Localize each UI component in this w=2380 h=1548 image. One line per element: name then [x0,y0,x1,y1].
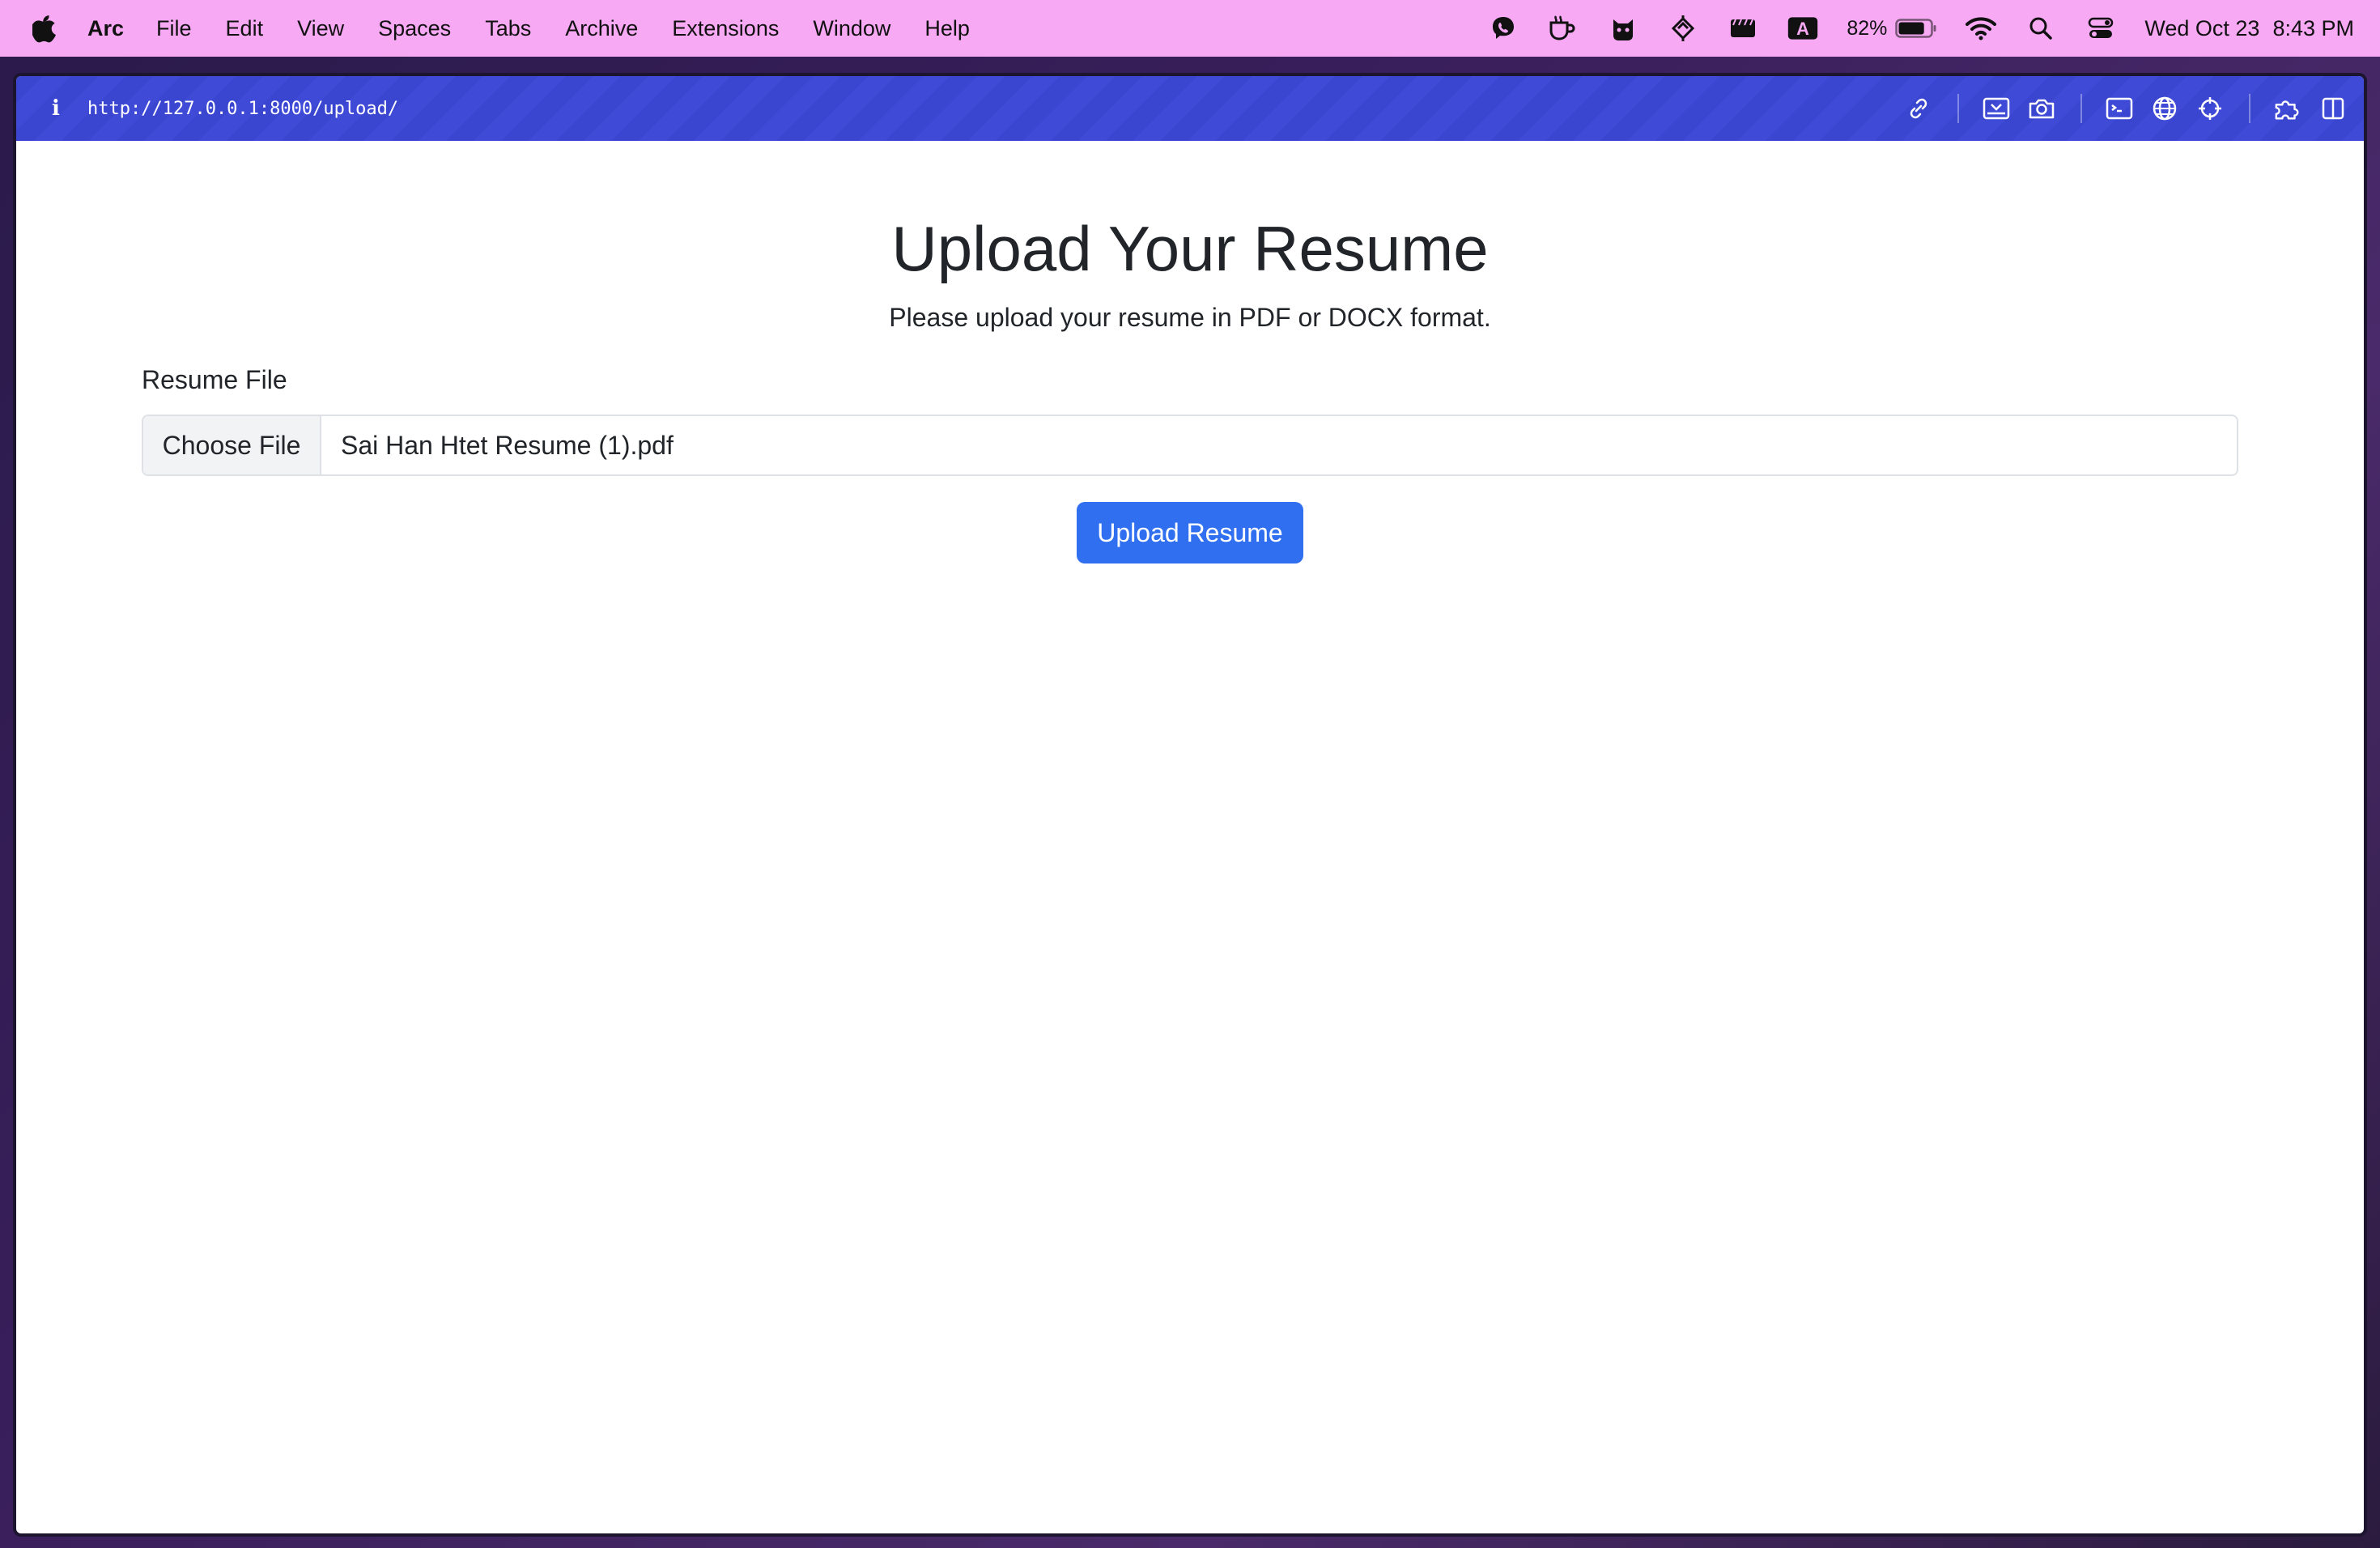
menu-extensions[interactable]: Extensions [672,16,779,41]
battery-percent: 82% [1847,16,1888,40]
extensions-icon[interactable] [2273,94,2302,123]
viber-icon[interactable] [1487,12,1519,45]
submit-container: Upload Resume [142,502,2238,563]
toolbar-divider [2080,94,2082,123]
menu-clock[interactable]: Wed Oct 23 8:43 PM [2144,16,2354,41]
crosshair-icon[interactable] [2195,94,2225,123]
globe-icon[interactable] [2150,94,2179,123]
site-info-icon[interactable]: i [44,96,68,121]
cat-app-icon[interactable] [1607,12,1639,45]
clock-date: Wed Oct 23 [2144,15,2260,40]
control-center-icon[interactable] [2085,12,2117,45]
menu-app-name[interactable]: Arc [87,16,124,41]
url-bar: i http://127.0.0.1:8000/upload/ [16,76,2364,141]
status-tray: A 82% Wed Oct 23 8:43 PM [1460,0,2354,57]
battery-icon [1895,19,1936,38]
upload-resume-button[interactable]: Upload Resume [1077,502,1303,563]
page-title: Upload Your Resume [891,213,1489,284]
menu-edit[interactable]: Edit [226,16,264,41]
resume-file-input[interactable]: Choose File Sai Han Htet Resume (1).pdf [142,415,2238,476]
input-source-label: A [1796,19,1809,39]
clapperboard-icon[interactable] [1727,12,1759,45]
menu-tabs[interactable]: Tabs [485,16,531,41]
menu-file[interactable]: File [156,16,192,41]
resume-file-label: Resume File [142,365,287,394]
spotlight-search-icon[interactable] [2025,12,2057,45]
toolbar-actions [1888,76,2348,141]
toolbar-divider [2249,94,2250,123]
sync-tool-icon[interactable] [1667,12,1699,45]
selected-file-name: Sai Han Htet Resume (1).pdf [341,430,674,460]
toolbar-divider [1957,94,1959,123]
camera-icon[interactable] [2027,94,2056,123]
menu-archive[interactable]: Archive [565,16,638,41]
page-content: Upload Your Resume Please upload your re… [16,141,2364,563]
clock-time: 8:43 PM [2272,15,2354,40]
battery-status[interactable]: 82% [1847,17,1937,40]
menu-bar: Arc File Edit View Spaces Tabs Archive E… [0,0,2380,57]
capture-icon[interactable] [1982,94,2011,123]
copy-link-icon[interactable] [1904,94,1933,123]
coffee-cup-icon[interactable] [1547,12,1579,45]
wifi-icon[interactable] [1965,12,1997,45]
input-source-icon[interactable]: A [1787,12,1819,45]
split-view-icon[interactable] [2318,94,2348,123]
page-subtitle: Please upload your resume in PDF or DOCX… [889,303,1491,332]
menu-help[interactable]: Help [924,16,970,41]
browser-window: i http://127.0.0.1:8000/upload/ Upload Y… [16,76,2364,1533]
console-icon[interactable] [2105,94,2134,123]
apple-menu-icon[interactable] [31,12,58,45]
menu-window[interactable]: Window [813,16,890,41]
choose-file-button[interactable]: Choose File [143,416,321,474]
menu-view[interactable]: View [297,16,344,41]
url-text[interactable]: http://127.0.0.1:8000/upload/ [87,99,398,119]
menu-spaces[interactable]: Spaces [378,16,451,41]
